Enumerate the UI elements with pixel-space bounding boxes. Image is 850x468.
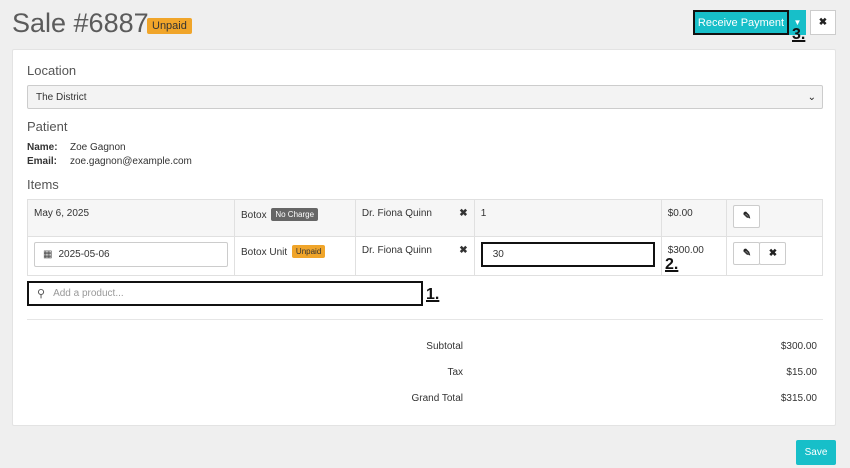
patient-name-key: Name:: [27, 142, 58, 153]
remove-provider-icon[interactable]: ✖: [459, 245, 467, 256]
patient-name-row: Name: Zoe Gagnon: [27, 142, 126, 153]
grand-total-value: $315.00: [780, 393, 817, 404]
pencil-icon: ✎: [742, 211, 752, 222]
remove-item-button[interactable]: ✖: [759, 242, 787, 265]
item-provider-name: Dr. Fiona Quinn: [361, 208, 432, 219]
tax-value: $15.00: [786, 367, 817, 378]
patient-email-key: Email:: [27, 156, 58, 167]
item-product-name: Botox: [241, 210, 267, 221]
item-quantity: 1: [473, 199, 662, 237]
location-select[interactable]: The District ⌄: [27, 85, 823, 109]
item-actions: ✎: [726, 199, 823, 237]
grand-total-label: Grand Total: [411, 393, 463, 404]
item-provider: Dr. Fiona Quinn ✖: [354, 199, 475, 237]
item-quantity-cell: 30: [473, 236, 662, 276]
date-input[interactable]: ▦ 2025-05-06: [34, 242, 228, 267]
item-product-name: Botox Unit: [241, 247, 288, 258]
annotation-marker-3: 3.: [792, 26, 806, 43]
quantity-input-value: 30: [492, 249, 504, 260]
item-date-cell: ▦ 2025-05-06: [27, 236, 235, 276]
unpaid-badge: Unpaid: [291, 245, 326, 258]
sale-panel: Location The District ⌄ Patient Name: Zoe…: [12, 49, 836, 426]
product-search-input[interactable]: ⚲ Add a product...: [27, 281, 423, 306]
date-input-value: 2025-05-06: [58, 249, 110, 260]
item-price: $0.00: [660, 199, 728, 237]
table-row: May 6, 2025 Botox No Charge Dr. Fiona Qu…: [27, 199, 823, 237]
item-date: May 6, 2025: [27, 199, 235, 237]
item-actions: ✎ ✖: [726, 236, 823, 276]
status-badge: Unpaid: [147, 18, 192, 34]
close-icon: ✖: [768, 248, 778, 259]
patient-name: Zoe Gagnon: [70, 142, 126, 153]
close-button[interactable]: ✖: [810, 10, 836, 35]
location-label: Location: [27, 63, 77, 78]
item-provider-name: Dr. Fiona Quinn: [361, 245, 432, 256]
subtotal-value: $300.00: [780, 341, 817, 352]
search-icon: ⚲: [37, 288, 46, 300]
annotation-marker-2: 2.: [665, 256, 679, 273]
location-selected: The District: [36, 91, 87, 103]
patient-email: zoe.gagnon@example.com: [70, 156, 192, 167]
edit-item-button[interactable]: ✎: [733, 242, 761, 265]
receive-payment-button[interactable]: Receive Payment: [693, 10, 789, 35]
calendar-icon: ▦: [43, 249, 53, 260]
chevron-down-icon: ⌄: [807, 92, 816, 103]
subtotal-label: Subtotal: [426, 341, 463, 352]
patient-label: Patient: [27, 119, 68, 134]
items-table: May 6, 2025 Botox No Charge Dr. Fiona Qu…: [27, 199, 823, 276]
remove-provider-icon[interactable]: ✖: [459, 208, 467, 219]
patient-email-row: Email: zoe.gagnon@example.com: [27, 156, 192, 167]
item-product: Botox No Charge: [234, 199, 356, 237]
item-product: Botox Unit Unpaid: [234, 236, 356, 276]
items-label: Items: [27, 177, 59, 192]
save-button[interactable]: Save: [796, 440, 836, 465]
edit-item-button[interactable]: ✎: [733, 205, 761, 228]
pencil-icon: ✎: [742, 248, 752, 259]
divider: [27, 319, 823, 320]
tax-label: Tax: [447, 367, 463, 378]
quantity-input[interactable]: 30: [480, 242, 655, 267]
annotation-marker-1: 1.: [426, 286, 440, 303]
product-search-placeholder: Add a product...: [53, 288, 124, 299]
close-icon: ✖: [818, 17, 828, 28]
table-row: ▦ 2025-05-06 Botox Unit Unpaid Dr. Fiona…: [27, 236, 823, 276]
page-title: Sale #6887: [12, 8, 149, 38]
item-provider: Dr. Fiona Quinn ✖: [354, 236, 475, 276]
no-charge-badge: No Charge: [271, 208, 319, 221]
